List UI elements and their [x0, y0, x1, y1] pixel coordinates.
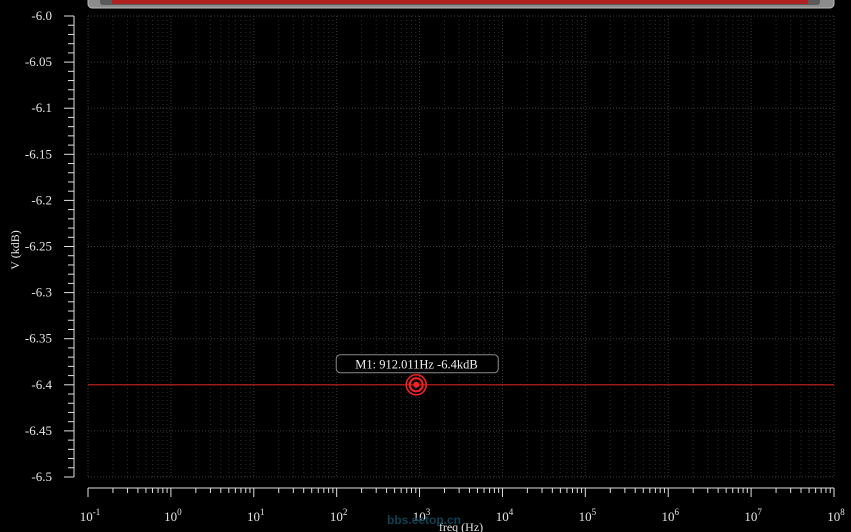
x-tick-label: 105	[579, 507, 597, 524]
y-tick-label: -6.3	[31, 285, 52, 300]
plot-grid	[87, 15, 835, 478]
y-tick-label: -6.15	[25, 146, 52, 161]
x-axis: 10-1 100 101 102 103 104 105 106 107 108	[80, 487, 845, 524]
y-tick-label: -6.1	[31, 100, 52, 115]
y-tick-label: -6.2	[31, 192, 52, 207]
chart-svg: -6.0 -6.05 -6.1 -6.15 -6.2 -6.25 -6.3 -6.35 -6.4…	[8, 0, 845, 532]
y-tick-label: -6.0	[31, 8, 52, 23]
watermark: bbs.eetop.cn	[387, 513, 461, 527]
y-tick-label: -6.5	[31, 469, 52, 484]
top-scrollbar[interactable]	[87, 0, 835, 9]
markers[interactable]: M1: 912.011Hz -6.4kdB	[335, 354, 499, 396]
x-tick-label: 106	[661, 507, 679, 524]
x-tick-label: 107	[744, 507, 762, 524]
y-tick-label: -6.35	[25, 331, 52, 346]
x-tick-label: 100	[164, 507, 182, 524]
x-tick-label: 104	[496, 507, 514, 524]
y-tick-label: -6.25	[25, 239, 52, 254]
y-tick-label: -6.45	[25, 423, 52, 438]
x-tick-label: 102	[330, 507, 348, 524]
y-axis: -6.0 -6.05 -6.1 -6.15 -6.2 -6.25 -6.3 -6.35 -6.4…	[25, 8, 75, 484]
y-axis-label: V (kdB)	[8, 230, 22, 269]
y-tick-label: -6.05	[25, 54, 52, 69]
marker-label: M1: 912.011Hz -6.4kdB	[355, 357, 477, 371]
marker-dot	[413, 381, 420, 388]
x-tick-label: 101	[247, 507, 265, 524]
x-tick-label: 10-1	[80, 507, 101, 524]
x-tick-label: 108	[827, 507, 845, 524]
y-tick-label: -6.4	[31, 377, 52, 392]
